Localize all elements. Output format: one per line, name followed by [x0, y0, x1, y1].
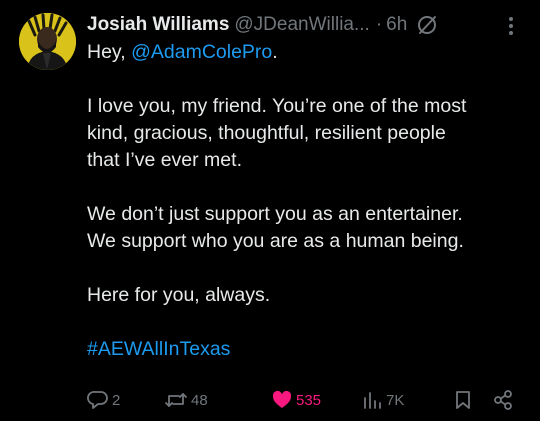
bookmark-button[interactable] — [453, 387, 473, 413]
hashtag-link[interactable]: #AEWAllInTexas — [87, 338, 230, 360]
greeting-prefix: Hey, — [87, 41, 132, 63]
paragraph-1-line-2: kind, gracious, thoughtful, resilient pe… — [87, 122, 446, 144]
author-handle[interactable]: @JDeanWillia... — [234, 14, 369, 36]
hashtag-line: #AEWAllInTexas — [87, 336, 527, 363]
views-icon — [361, 389, 383, 411]
author-display-name[interactable]: Josiah Williams — [87, 14, 229, 36]
edited-icon[interactable] — [416, 14, 438, 36]
reply-button[interactable]: 2 — [87, 387, 120, 413]
like-button[interactable]: 535 — [271, 387, 321, 413]
views-button[interactable]: 7K — [361, 387, 404, 413]
paragraph-2-line-1: We don’t just support you as an entertai… — [87, 203, 463, 225]
time-separator: · — [375, 14, 383, 35]
more-options-icon[interactable] — [508, 15, 514, 37]
paragraph-1-line-3: that I’ve ever met. — [87, 149, 242, 171]
action-bar: 2 48 535 7K — [87, 387, 527, 413]
bookmark-icon — [453, 389, 473, 411]
paragraph-2-line-2: We support who you are as a human being. — [87, 230, 464, 252]
tweet-text: Hey, @AdamColePro. I love you, my friend… — [87, 39, 527, 363]
tweet: Josiah Williams @JDeanWillia... · 6h Hey… — [0, 0, 540, 421]
like-count: 535 — [296, 391, 322, 409]
avatar[interactable] — [19, 13, 76, 70]
repost-button[interactable]: 48 — [164, 387, 208, 413]
post-time[interactable]: 6h — [386, 14, 407, 36]
repost-count: 48 — [191, 391, 208, 409]
greeting-line: Hey, @AdamColePro. — [87, 39, 527, 66]
reply-count: 2 — [112, 391, 121, 409]
paragraph-1-line-1: I love you, my friend. You’re one of the… — [87, 95, 467, 117]
reply-icon — [87, 389, 109, 411]
tweet-header: Josiah Williams @JDeanWillia... · 6h — [87, 11, 528, 39]
heart-icon — [271, 389, 293, 411]
views-count: 7K — [386, 391, 405, 409]
greeting-suffix: . — [272, 41, 278, 63]
repost-icon — [164, 389, 188, 411]
mention-link[interactable]: @AdamColePro — [131, 41, 272, 63]
paragraph-3: Here for you, always. — [87, 284, 271, 306]
share-icon — [492, 389, 514, 411]
share-button[interactable] — [492, 387, 514, 413]
